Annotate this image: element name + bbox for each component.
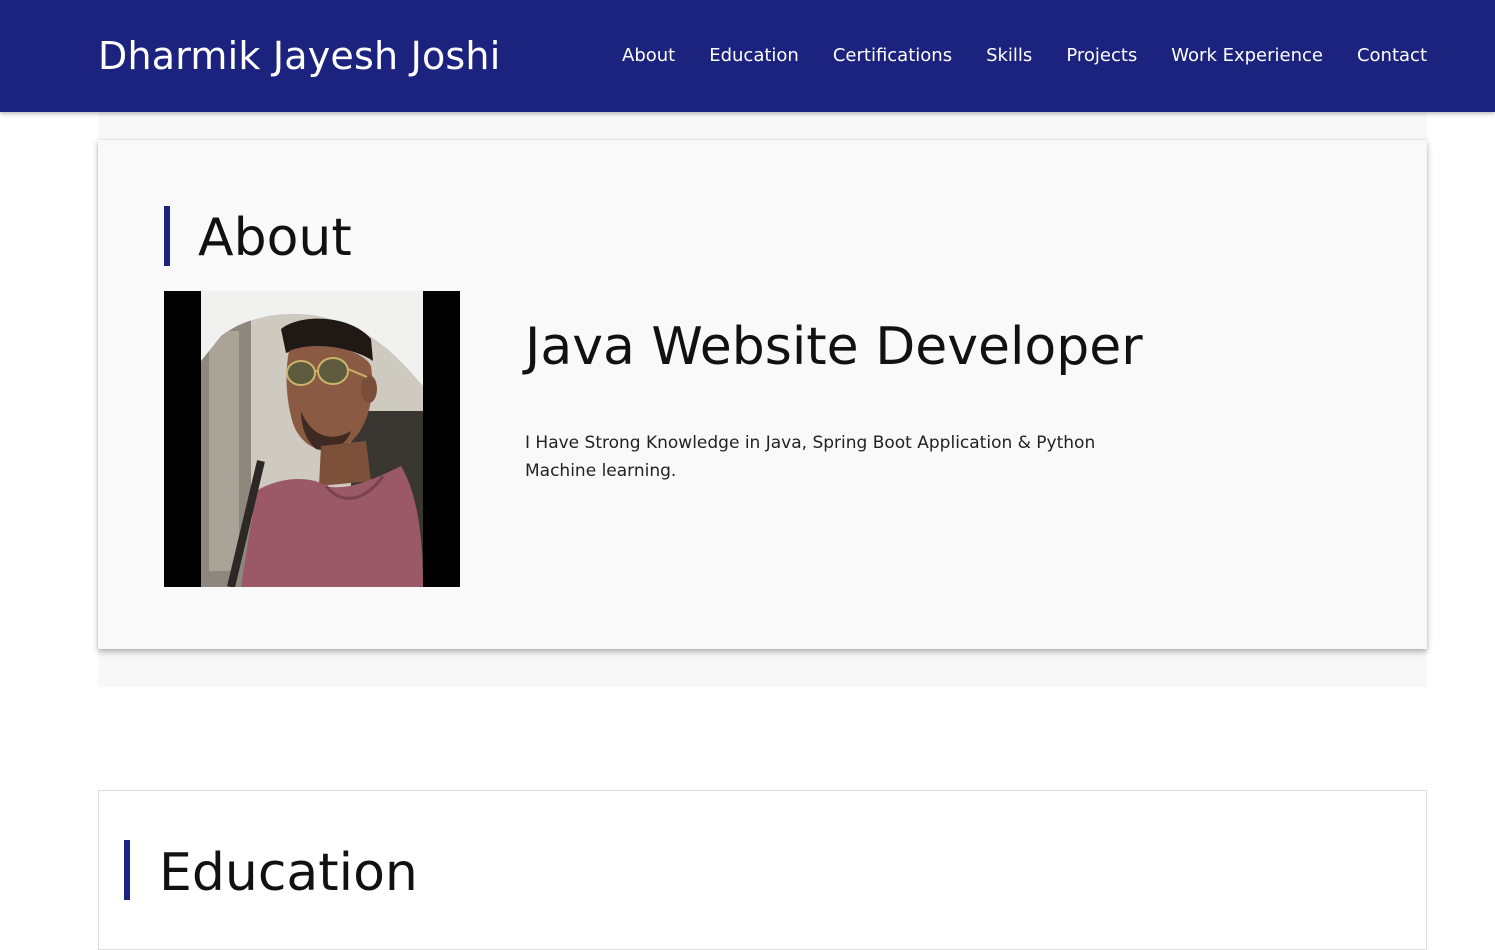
about-heading: About xyxy=(198,208,352,268)
section-accent-bar xyxy=(124,840,130,900)
about-description: I Have Strong Knowledge in Java, Spring … xyxy=(525,433,1096,481)
about-card: About Java Website Developer I Have Stro… xyxy=(98,140,1427,649)
nav-link-education[interactable]: Education xyxy=(709,42,799,70)
about-headline: Java Website Developer xyxy=(525,317,1143,377)
nav-link-skills[interactable]: Skills xyxy=(986,42,1032,70)
profile-photo xyxy=(164,291,460,587)
nav-link-about[interactable]: About xyxy=(622,42,675,70)
profile-photo-image xyxy=(201,291,423,587)
nav-menu: About Education Certifications Skills Pr… xyxy=(588,42,1427,70)
nav-link-work-experience[interactable]: Work Experience xyxy=(1171,42,1323,70)
section-accent-bar xyxy=(164,206,170,266)
top-navbar: Dharmik Jayesh Joshi About Education Cer… xyxy=(0,0,1495,112)
nav-link-projects[interactable]: Projects xyxy=(1066,42,1137,70)
education-card: Education xyxy=(98,790,1427,950)
nav-link-contact[interactable]: Contact xyxy=(1357,42,1427,70)
portrait-illustration xyxy=(201,291,423,587)
site-brand[interactable]: Dharmik Jayesh Joshi xyxy=(98,32,500,80)
education-heading: Education xyxy=(159,843,418,903)
nav-link-certifications[interactable]: Certifications xyxy=(833,42,952,70)
